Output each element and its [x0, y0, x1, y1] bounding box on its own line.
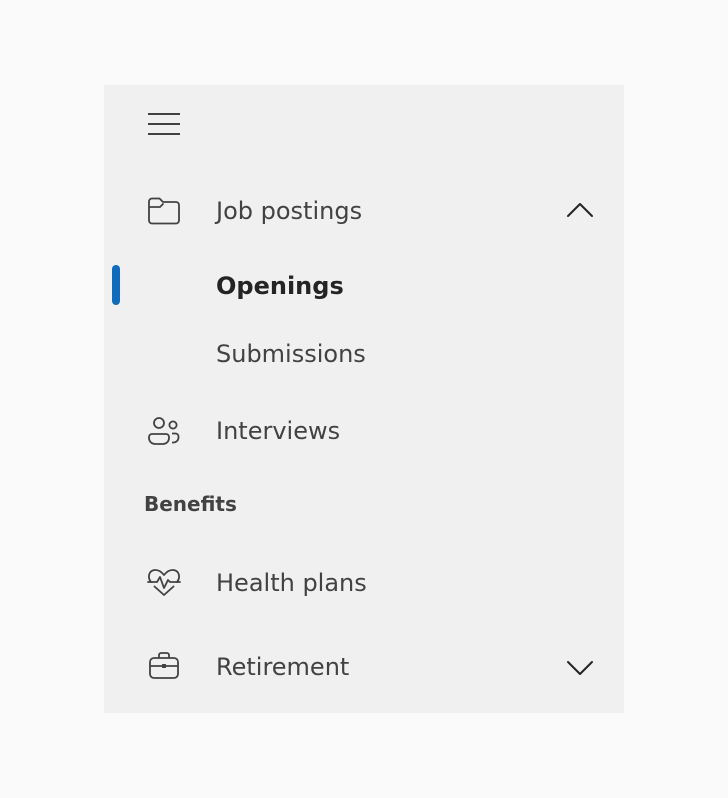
people-icon [144, 411, 184, 451]
nav-item-label: Interviews [216, 417, 341, 445]
navigation-drawer: Job postings Openings Submissions Interv… [104, 85, 624, 713]
nav-item-label: Job postings [216, 197, 363, 225]
folder-icon [144, 191, 184, 231]
nav-item-interviews[interactable]: Interviews [104, 400, 624, 462]
nav-item-retirement[interactable]: Retirement [104, 636, 624, 698]
nav-item-label: Health plans [216, 569, 367, 597]
hamburger-menu-button[interactable] [144, 109, 184, 139]
nav-item-job-postings[interactable]: Job postings [104, 180, 624, 242]
nav-item-label: Openings [216, 272, 344, 300]
section-header-benefits: Benefits [144, 492, 237, 516]
nav-item-label: Retirement [216, 653, 350, 681]
heart-pulse-icon [144, 563, 184, 603]
nav-item-submissions[interactable]: Submissions [104, 323, 624, 385]
hamburger-menu-icon [148, 113, 180, 135]
chevron-down-icon[interactable] [560, 647, 600, 687]
nav-item-label: Submissions [216, 340, 366, 368]
nav-item-openings[interactable]: Openings [104, 255, 624, 317]
briefcase-icon [144, 647, 184, 687]
nav-item-health-plans[interactable]: Health plans [104, 552, 624, 614]
chevron-up-icon[interactable] [560, 191, 600, 231]
